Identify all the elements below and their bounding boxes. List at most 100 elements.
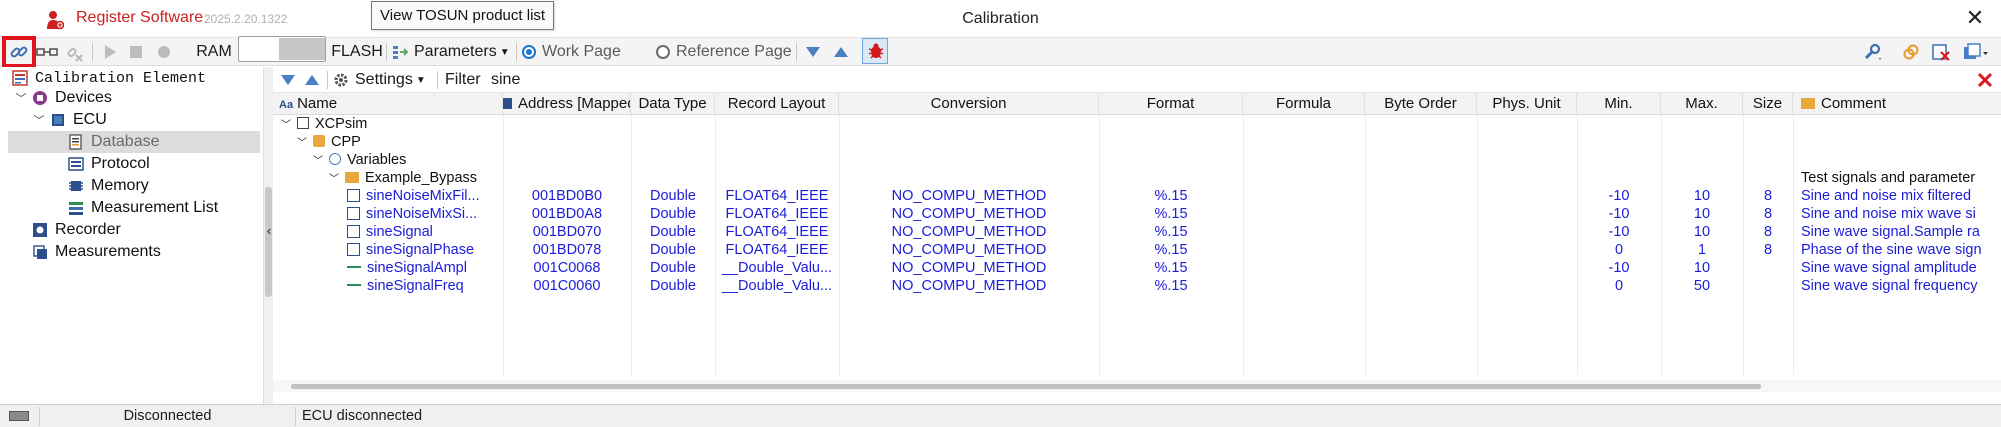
data-type-cell: Double — [650, 242, 696, 258]
table-row-variables[interactable]: ﹀ Variables — [273, 151, 2001, 169]
column-header-formula[interactable]: Formula — [1243, 93, 1365, 115]
comment-cell: Test signals and parameter — [1801, 170, 1976, 186]
column-header-comment[interactable]: Comment — [1793, 93, 2001, 115]
tree-item-memory[interactable]: Memory — [68, 175, 149, 197]
column-header-max[interactable]: Max. — [1661, 93, 1743, 115]
close-button[interactable]: ✕ — [1963, 6, 1987, 30]
keyboard-icon — [9, 411, 29, 421]
column-header-name[interactable]: Aa Name — [273, 93, 503, 115]
tree-item-measurements[interactable]: Measurements — [32, 241, 161, 263]
comment-cell: Sine and noise mix filtered — [1801, 188, 1972, 204]
settings-dropdown[interactable]: Settings ▼ — [333, 67, 433, 93]
size-cell: 8 — [1763, 242, 1773, 258]
tree-root-label: Calibration Element — [35, 69, 207, 87]
table-row-xcpsim[interactable]: ﹀ XCPsim — [273, 115, 2001, 133]
chevron-down-icon: ▼ — [415, 74, 426, 86]
work-page-label: Work Page — [542, 43, 621, 60]
table-row-example-bypass[interactable]: ﹀ Example_Bypass Test signals and paramet… — [273, 169, 2001, 187]
separator — [516, 43, 517, 61]
name-cell: sineSignal — [366, 224, 433, 240]
table-row[interactable]: sineSignal 001BD070 Double FLOAT64_IEEE … — [273, 223, 2001, 241]
scrollbar-thumb[interactable] — [291, 384, 1761, 389]
column-header-format[interactable]: Format — [1099, 93, 1243, 115]
debug-button[interactable] — [862, 38, 888, 64]
column-header-address[interactable]: Address [Mapped] — [503, 93, 631, 115]
tree-item-devices[interactable]: ﹀ Devices — [14, 87, 112, 109]
disconnect-button[interactable] — [34, 38, 60, 66]
pane-splitter[interactable]: ‹ — [263, 67, 273, 404]
tree-item-protocol[interactable]: Protocol — [68, 153, 150, 175]
ram-flash-toggle[interactable] — [238, 36, 326, 62]
database-icon — [68, 134, 84, 150]
folder-icon — [345, 172, 359, 183]
tree-item-database[interactable]: Database — [68, 131, 160, 153]
tools-dropdown[interactable] — [1858, 38, 1888, 66]
table-row[interactable]: sineNoiseMixFil... 001BD0B0 Double FLOAT… — [273, 187, 2001, 205]
table-row[interactable]: sineSignalAmpl 001C0068 Double __Double_… — [273, 259, 2001, 277]
max-cell: 10 — [1693, 206, 1711, 222]
tree-item-label: ECU — [73, 111, 107, 128]
size-cell: 8 — [1763, 206, 1773, 222]
link-settings-button[interactable] — [1898, 38, 1924, 66]
filter-input[interactable]: sine — [491, 67, 1751, 93]
record-layout-cell: __Double_Valu... — [721, 260, 833, 276]
triangle-down-icon — [280, 74, 296, 86]
work-page-radio[interactable]: Work Page — [522, 38, 630, 66]
clear-filter-button[interactable] — [1973, 67, 1997, 93]
tree-item-measurement-list[interactable]: Measurement List — [68, 197, 218, 219]
tree-item-recorder[interactable]: Recorder — [32, 219, 121, 241]
tree-item-ecu[interactable]: ﹀ ECU — [32, 109, 107, 131]
max-cell: 10 — [1693, 188, 1711, 204]
size-cell — [1743, 277, 1793, 295]
calibration-element-icon — [12, 70, 28, 86]
clear-button[interactable] — [1928, 38, 1954, 66]
expand-all-button[interactable] — [277, 67, 299, 93]
column-header-record-layout[interactable]: Record Layout — [715, 93, 839, 115]
collapse-all-button[interactable] — [301, 67, 323, 93]
reference-page-radio[interactable]: Reference Page — [656, 38, 792, 66]
tree-item-label: Memory — [91, 177, 149, 194]
parameters-dropdown[interactable]: Parameters ▼ — [392, 38, 512, 66]
column-header-conversion[interactable]: Conversion — [839, 93, 1099, 115]
table-row-cpp[interactable]: ﹀ CPP — [273, 133, 2001, 151]
max-cell: 10 — [1693, 260, 1711, 276]
register-software-link[interactable]: Register Software — [76, 9, 203, 27]
column-header-byte-order[interactable]: Byte Order — [1365, 93, 1477, 115]
unlink-button[interactable] — [62, 38, 88, 66]
format-cell: %.15 — [1154, 188, 1188, 204]
record-button[interactable] — [152, 38, 176, 66]
address-cell: 001C0060 — [533, 278, 601, 294]
folder-icon — [1801, 98, 1815, 109]
column-header-size[interactable]: Size — [1743, 93, 1793, 115]
stop-button[interactable] — [124, 38, 148, 66]
column-header-min[interactable]: Min. — [1577, 93, 1661, 115]
tree-root[interactable]: Calibration Element — [12, 67, 206, 89]
separator — [386, 43, 387, 61]
tooltip: View TOSUN product list — [371, 1, 555, 30]
download-button[interactable] — [800, 38, 826, 66]
bug-icon — [867, 42, 885, 60]
record-layout-cell: __Double_Valu... — [721, 278, 833, 294]
settings-label: Settings — [355, 71, 413, 88]
column-header-phys-unit[interactable]: Phys. Unit — [1477, 93, 1577, 115]
address-cell: 001BD070 — [532, 224, 602, 240]
play-icon — [103, 44, 117, 60]
column-header-data-type[interactable]: Data Type — [631, 93, 715, 115]
data-type-cell: Double — [650, 260, 696, 276]
record-layout-cell: FLOAT64_IEEE — [725, 224, 829, 240]
recorder-icon — [32, 222, 48, 238]
table-row[interactable]: sineSignalPhase 001BD078 Double FLOAT64_… — [273, 241, 2001, 259]
window-layout-dropdown[interactable] — [1958, 38, 1994, 66]
data-type-cell: Double — [650, 206, 696, 222]
max-cell: 10 — [1693, 224, 1711, 240]
sort-az-icon: Aa — [279, 99, 294, 111]
node-label: CPP — [331, 134, 361, 150]
upload-button[interactable] — [828, 38, 854, 66]
record-icon — [157, 45, 171, 59]
play-button[interactable] — [98, 38, 122, 66]
table-row[interactable]: sineNoiseMixSi... 001BD0A8 Double FLOAT6… — [273, 205, 2001, 223]
register-icon[interactable] — [46, 10, 64, 30]
table-row[interactable]: sineSignalFreq 001C0060 Double __Double_… — [273, 277, 2001, 295]
splitter-grip[interactable] — [265, 187, 272, 297]
size-cell — [1743, 259, 1793, 277]
